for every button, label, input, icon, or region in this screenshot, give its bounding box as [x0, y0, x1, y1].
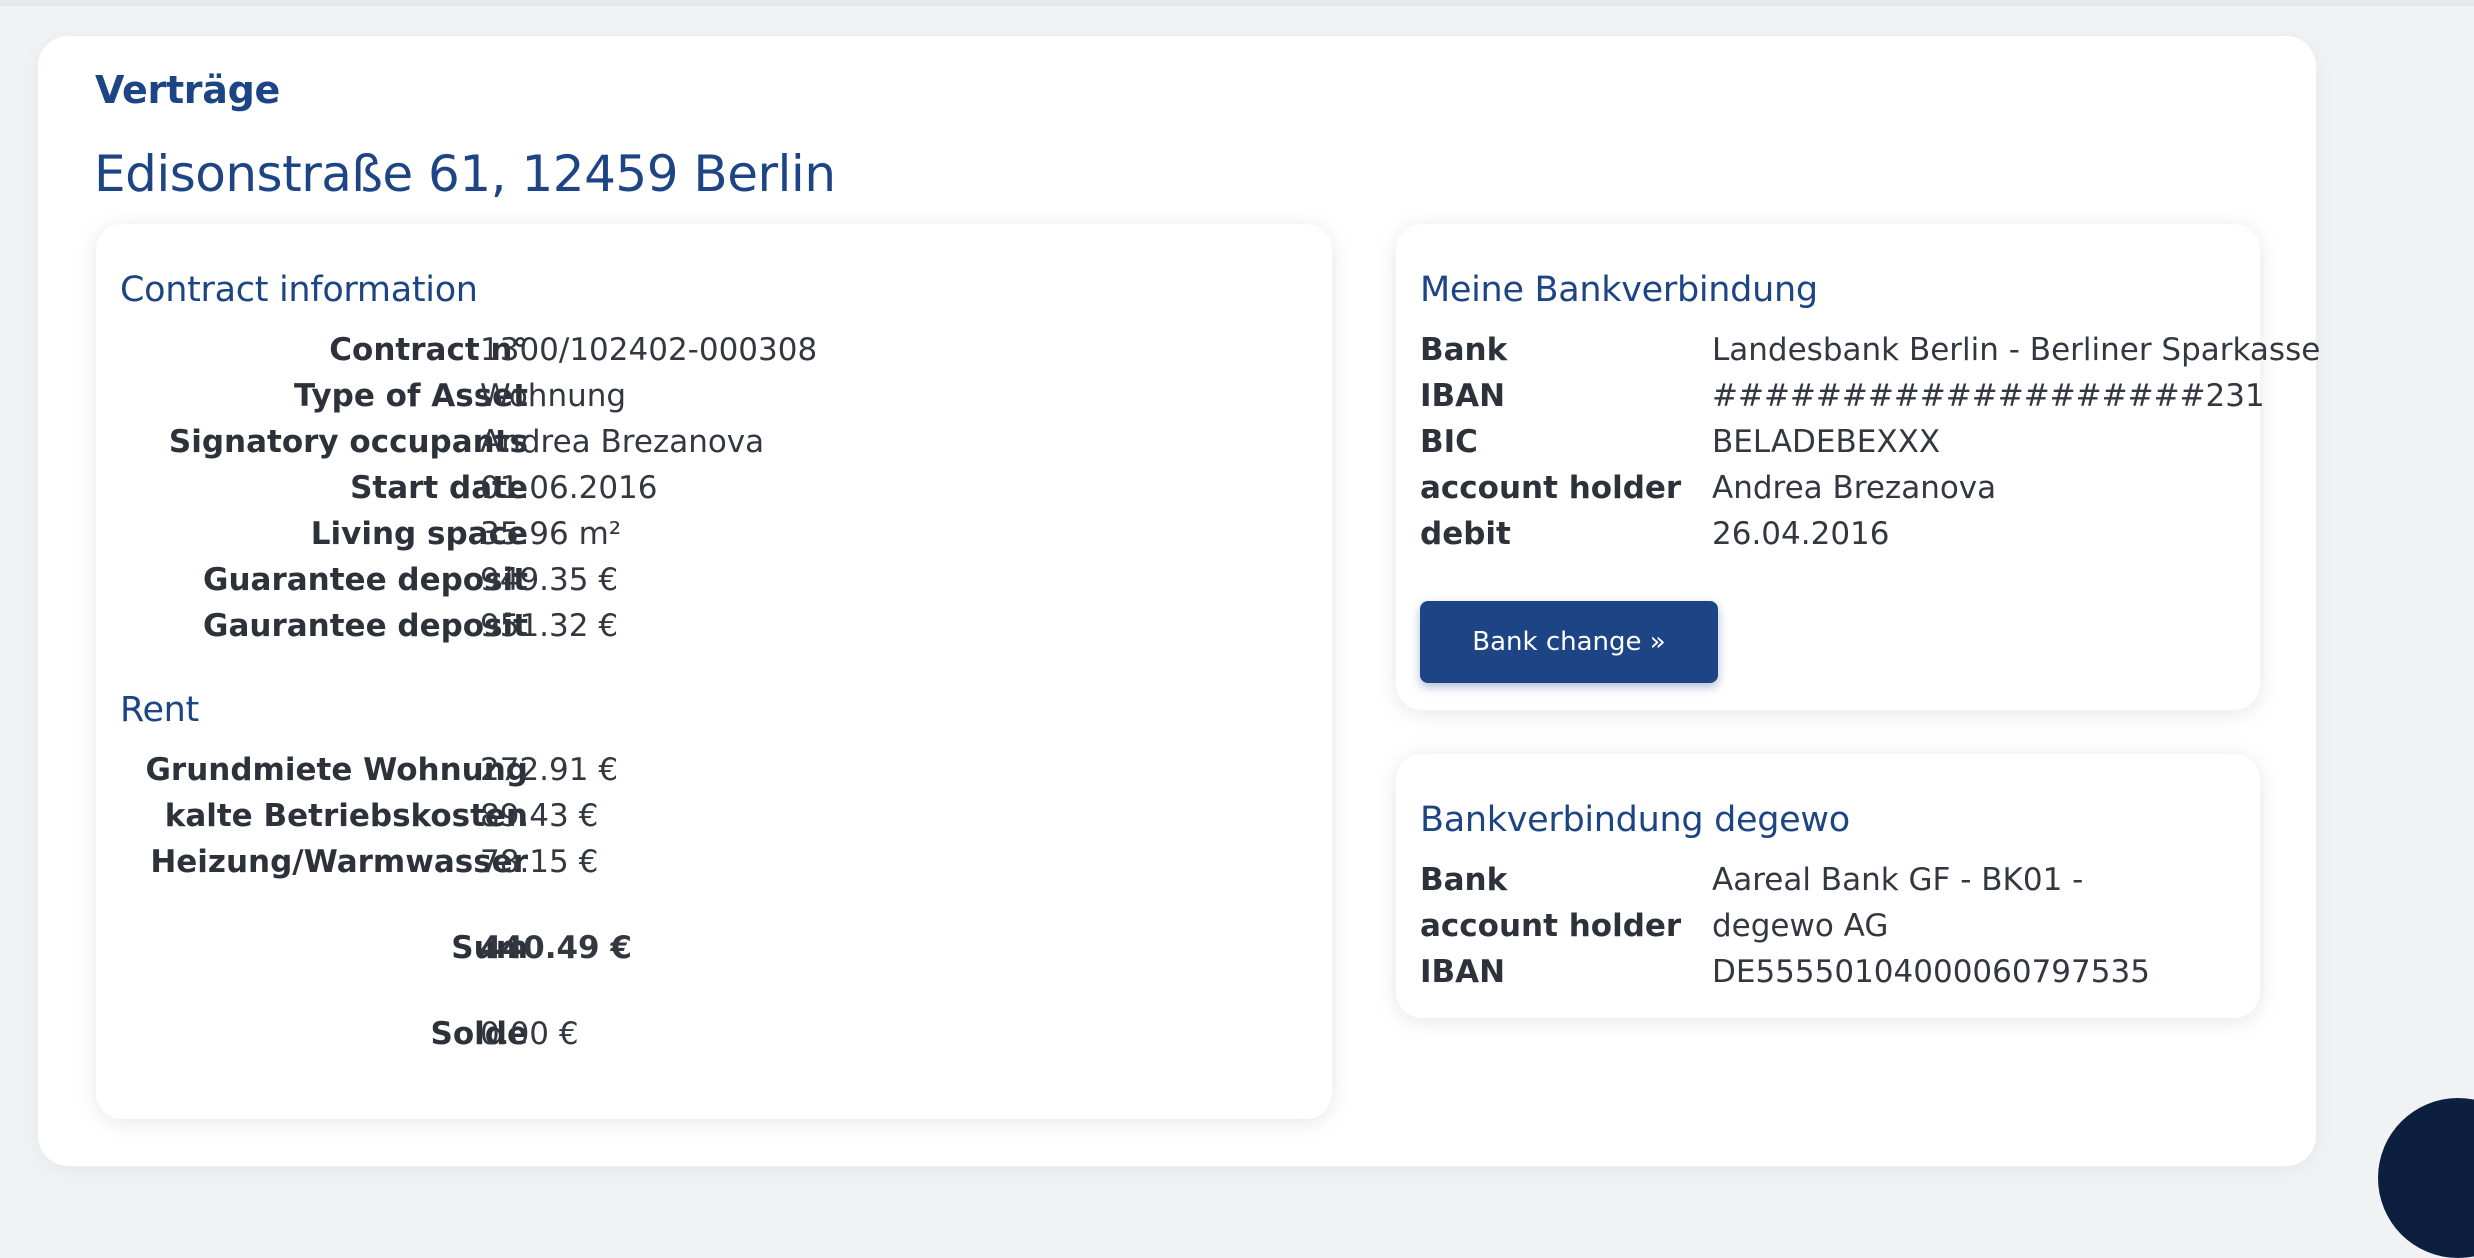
solde-value: 0.00 € [480, 1016, 579, 1052]
operating-costs-label: kalte Betriebskosten [164, 798, 528, 834]
living-space-label: Living space [310, 516, 528, 552]
living-space-value: 35.96 m² [480, 516, 622, 552]
signatory-value: Andrea Brezanova [480, 424, 765, 460]
signatory-label: Signatory occupants [168, 424, 528, 460]
solde-row: Solde 0.00 € [96, 1016, 1332, 1056]
degewo-account-holder-label: account holder [1420, 908, 1682, 944]
my-bank-title: Meine Bankverbindung [1420, 270, 1818, 310]
start-date-label: Start date [350, 470, 528, 506]
contract-number-label: Contract n° [329, 332, 528, 368]
chat-widget-button[interactable] [2378, 1098, 2474, 1258]
solde-label: Solde [430, 1016, 528, 1052]
asset-type-value: Wohnung [480, 378, 627, 414]
contract-row: Gaurantee deposit 951.32 € [96, 608, 1332, 648]
heating-label: Heizung/Warmwasser [150, 844, 528, 880]
iban-label: IBAN [1420, 378, 1506, 414]
degewo-bank-value: Aareal Bank GF - BK01 - [1712, 862, 2084, 898]
base-rent-label: Grundmiete Wohnung [145, 752, 528, 788]
rent-row: Grundmiete Wohnung 272.91 € [96, 752, 1332, 792]
page-title: Verträge [95, 68, 280, 112]
rent-title: Rent [120, 690, 199, 730]
account-holder-label: account holder [1420, 470, 1682, 506]
asset-type-label: Type of Asset [294, 378, 528, 414]
degewo-account-holder-value: degewo AG [1712, 908, 1889, 944]
degewo-iban-label: IBAN [1420, 954, 1506, 990]
rent-row: kalte Betriebskosten 89.43 € [96, 798, 1332, 838]
contract-row: Signatory occupants Andrea Brezanova [96, 424, 1332, 464]
bic-label: BIC [1420, 424, 1478, 460]
guarantee-deposit-value: 949.35 € [480, 562, 619, 598]
gaurantee-deposit-label: Gaurantee deposit [203, 608, 528, 644]
operating-costs-value: 89.43 € [480, 798, 599, 834]
contract-row: Type of Asset Wohnung [96, 378, 1332, 418]
top-edge [0, 0, 2474, 6]
gaurantee-deposit-value: 951.32 € [480, 608, 619, 644]
debit-value: 26.04.2016 [1712, 516, 1890, 552]
sum-value: 440.49 € [480, 930, 632, 966]
my-bank-card: Meine Bankverbindung Bank Landesbank Ber… [1396, 224, 2320, 710]
heating-value: 78.15 € [480, 844, 599, 880]
degewo-bank-title: Bankverbindung degewo [1420, 800, 1850, 840]
sum-row: Sum 440.49 € [96, 930, 1332, 970]
contract-info-card: Contract information Contract n° 1300/10… [96, 224, 1332, 1119]
iban-value: ###################231 [1712, 378, 2265, 414]
bank-change-button[interactable]: Bank change » [1420, 601, 1718, 683]
bank-label: Bank [1420, 332, 1508, 368]
contract-row: Start date 01.06.2016 [96, 470, 1332, 510]
account-holder-value: Andrea Brezanova [1712, 470, 1997, 506]
start-date-value: 01.06.2016 [480, 470, 658, 506]
debit-label: debit [1420, 516, 1511, 552]
contract-row: Living space 35.96 m² [96, 516, 1332, 556]
rent-row: Heizung/Warmwasser 78.15 € [96, 844, 1332, 884]
bic-value: BELADEBEXXX [1712, 424, 1941, 460]
contract-number-value: 1300/102402-000308 [480, 332, 818, 368]
bank-value: Landesbank Berlin - Berliner Sparkasse [1712, 332, 2321, 368]
guarantee-deposit-label: Guarantee deposit [203, 562, 528, 598]
degewo-bank-card: Bankverbindung degewo Bank Aareal Bank G… [1396, 754, 2260, 1018]
degewo-bank-label: Bank [1420, 862, 1508, 898]
property-address: Edisonstraße 61, 12459 Berlin [94, 145, 836, 203]
contract-info-title: Contract information [120, 270, 478, 310]
base-rent-value: 272.91 € [480, 752, 619, 788]
sum-label: Sum [451, 930, 528, 966]
degewo-iban-value: DE55550104000060797535 [1712, 954, 2150, 990]
contract-row: Contract n° 1300/102402-000308 [96, 332, 1332, 372]
contract-row: Guarantee deposit 949.35 € [96, 562, 1332, 602]
